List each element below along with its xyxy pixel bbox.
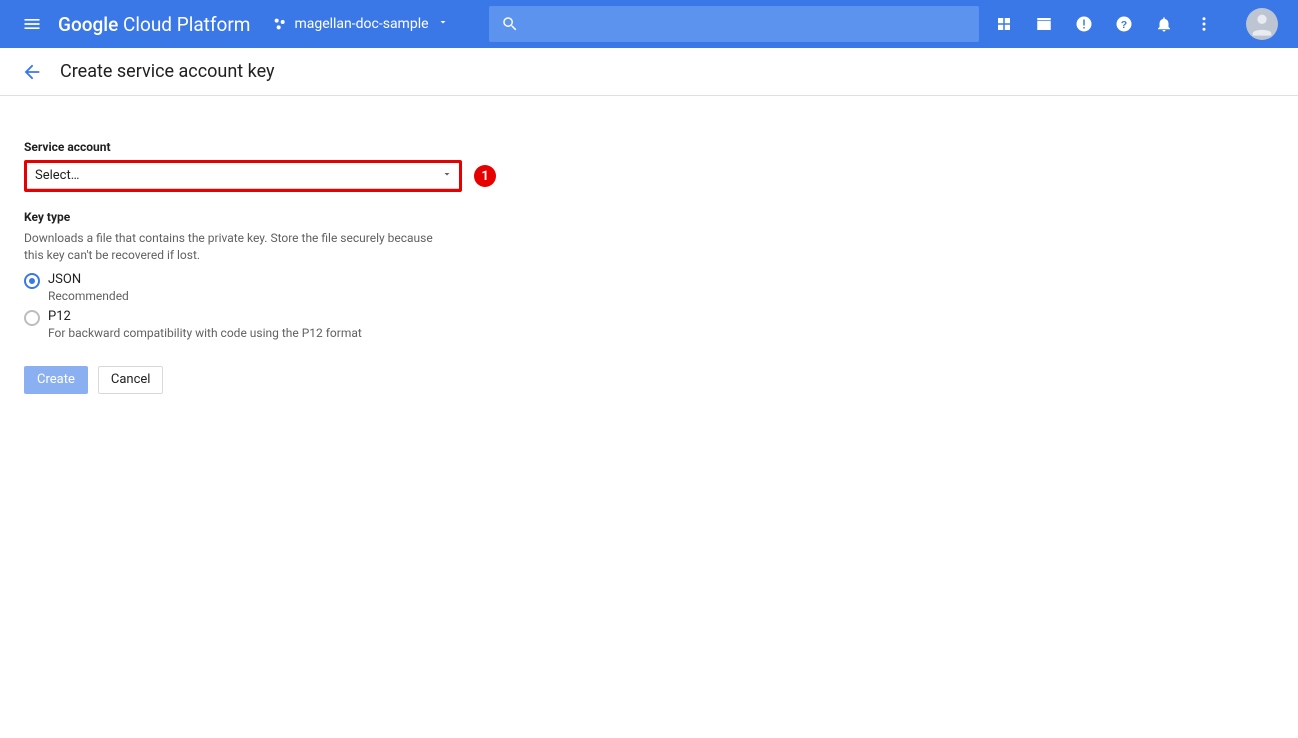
notifications-icon[interactable] bbox=[1154, 14, 1174, 34]
service-account-label: Service account bbox=[24, 140, 496, 154]
key-type-help: Downloads a file that contains the priva… bbox=[24, 230, 444, 264]
cloud-shell-icon[interactable] bbox=[1034, 14, 1054, 34]
help-icon[interactable]: ? bbox=[1114, 14, 1134, 34]
service-account-select[interactable]: Select… bbox=[27, 163, 459, 189]
hamburger-icon[interactable] bbox=[8, 0, 56, 48]
brand-google: Google bbox=[58, 13, 118, 36]
caret-down-icon bbox=[437, 16, 449, 32]
alert-icon[interactable] bbox=[1074, 14, 1094, 34]
back-arrow-icon[interactable] bbox=[12, 52, 52, 92]
radio-json-input[interactable] bbox=[24, 273, 40, 289]
form-area: Service account Select… 1 Key type Downl… bbox=[0, 96, 520, 394]
radio-json-sub: Recommended bbox=[48, 289, 129, 303]
key-type-radio-group: JSON Recommended P12 For backward compat… bbox=[24, 272, 496, 340]
callout-badge-1: 1 bbox=[474, 165, 496, 187]
key-type-label: Key type bbox=[24, 210, 496, 224]
brand-rest: Cloud Platform bbox=[118, 13, 250, 36]
radio-json[interactable]: JSON Recommended bbox=[24, 272, 496, 303]
form-actions: Create Cancel bbox=[24, 366, 496, 394]
project-name: magellan-doc-sample bbox=[294, 16, 428, 32]
more-vert-icon[interactable] bbox=[1194, 14, 1214, 34]
service-account-select-highlight: Select… bbox=[24, 160, 462, 192]
search-input[interactable] bbox=[489, 6, 979, 42]
gift-icon[interactable] bbox=[994, 14, 1014, 34]
radio-p12-sub: For backward compatibility with code usi… bbox=[48, 326, 362, 340]
avatar[interactable] bbox=[1246, 8, 1278, 40]
svg-text:?: ? bbox=[1121, 19, 1127, 31]
page-subheader: Create service account key bbox=[0, 48, 1298, 96]
radio-p12-input[interactable] bbox=[24, 310, 40, 326]
top-action-icons: ? bbox=[994, 8, 1278, 40]
top-app-bar: Google Cloud Platform magellan-doc-sampl… bbox=[0, 0, 1298, 48]
page-title: Create service account key bbox=[60, 61, 275, 82]
radio-p12-label: P12 bbox=[48, 309, 362, 324]
project-picker[interactable]: magellan-doc-sample bbox=[272, 16, 448, 32]
radio-p12[interactable]: P12 For backward compatibility with code… bbox=[24, 309, 496, 340]
brand-title: Google Cloud Platform bbox=[58, 13, 250, 36]
chevron-down-icon bbox=[441, 168, 453, 184]
create-button[interactable]: Create bbox=[24, 366, 88, 394]
radio-json-label: JSON bbox=[48, 272, 129, 287]
service-account-placeholder: Select… bbox=[35, 168, 79, 183]
cancel-button[interactable]: Cancel bbox=[98, 366, 164, 394]
